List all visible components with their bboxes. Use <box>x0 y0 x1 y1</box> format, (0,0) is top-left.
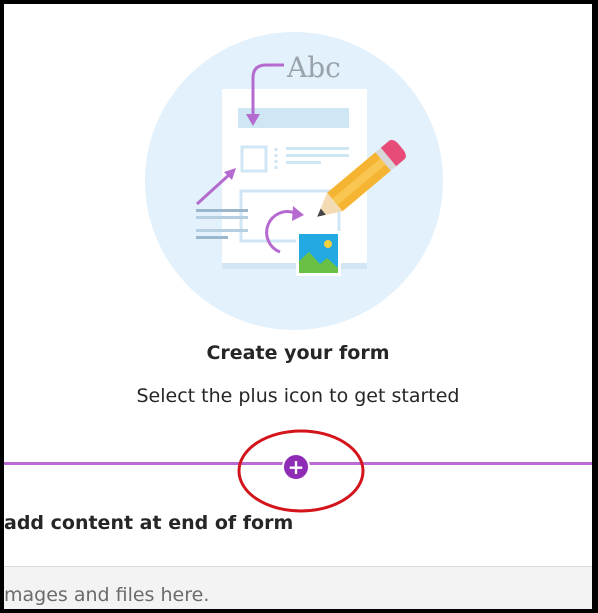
abc-text: Abc <box>286 51 341 84</box>
add-content-end-label: add content at end of form <box>4 512 294 534</box>
empty-state-subtitle: Select the plus icon to get started <box>136 385 460 407</box>
file-dropzone[interactable]: mages and files here. <box>4 566 592 609</box>
form-builder-canvas: Abc Create your form Select the plus ico… <box>4 4 592 609</box>
plus-icon: + <box>287 455 305 479</box>
dropzone-text: mages and files here. <box>4 584 210 606</box>
empty-state-title: Create your form <box>206 342 390 364</box>
create-form-illustration: Abc <box>145 32 443 330</box>
add-content-button[interactable]: + <box>282 453 310 481</box>
